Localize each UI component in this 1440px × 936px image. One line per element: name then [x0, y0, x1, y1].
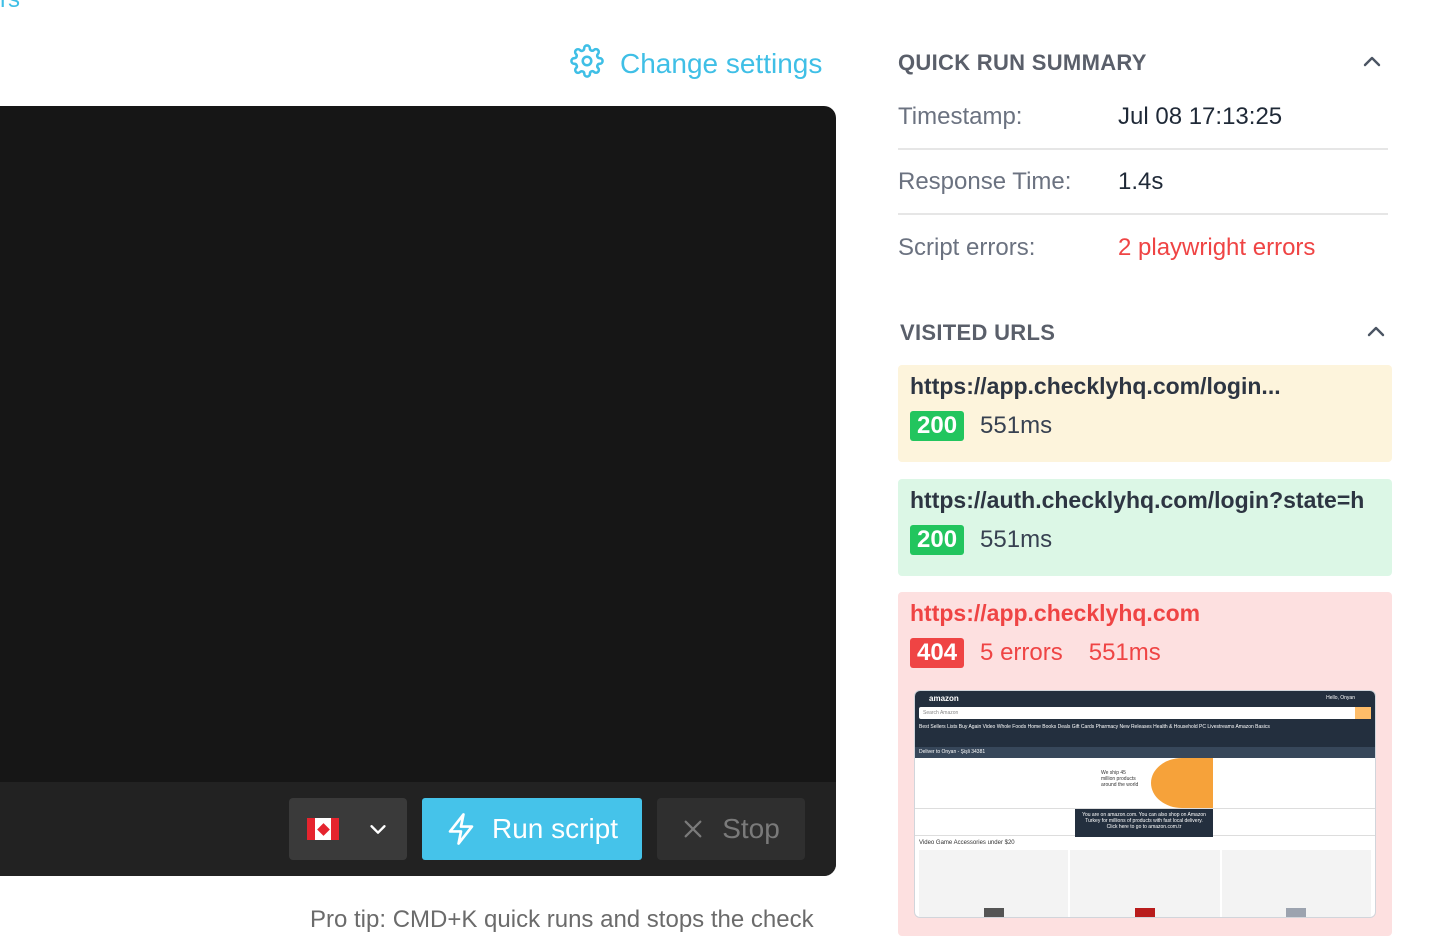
response-time-label: Response Time:	[898, 168, 1072, 195]
visited-url-item-error[interactable]: https://app.checklyhq.com 404 5 errors 5…	[898, 592, 1392, 936]
url-text: https://auth.checklyhq.com/login?state=h	[910, 487, 1365, 513]
response-time: 551ms	[980, 412, 1053, 439]
thumb-search-button	[1355, 707, 1371, 719]
summary-row-timestamp: Timestamp: Jul 08 17:13:25	[898, 86, 1388, 150]
stop-label: Stop	[722, 813, 780, 844]
thumb-tile	[1221, 850, 1371, 917]
thumb-logo: amazon	[929, 694, 959, 703]
visited-url-item[interactable]: https://auth.checklyhq.com/login?state=h…	[898, 479, 1392, 576]
url-meta: 200 551ms	[910, 525, 1052, 555]
visited-url-item[interactable]: https://app.checklyhq.com/login... 200 5…	[898, 365, 1392, 462]
script-errors-label: Script errors:	[898, 234, 1036, 261]
url-meta: 404 5 errors 551ms	[910, 638, 1161, 668]
thumb-tile	[1070, 850, 1220, 917]
summary-title: QUICK RUN SUMMARY	[898, 50, 1147, 75]
status-badge: 200	[910, 525, 965, 555]
page-screenshot-thumbnail[interactable]: amazon Hello, Onyan Search Amazon Best S…	[914, 690, 1376, 918]
status-badge: 200	[910, 411, 965, 441]
top-link[interactable]: rs	[0, 0, 20, 14]
thumb-greeting: Hello, Onyan	[1326, 695, 1355, 701]
summary-row-response-time: Response Time: 1.4s	[898, 151, 1388, 215]
lightning-icon	[448, 813, 474, 845]
canada-flag-icon	[307, 818, 339, 840]
summary-row-script-errors: Script errors: 2 playwright errors	[898, 216, 1388, 280]
response-time: 551ms	[980, 526, 1053, 553]
gear-icon	[570, 43, 604, 85]
editor-toolbar: Run script Stop	[0, 782, 836, 876]
close-icon	[684, 820, 702, 838]
thumb-nav: Best Sellers Lists Buy Again Video Whole…	[919, 724, 1270, 730]
stop-button[interactable]: Stop	[657, 798, 805, 860]
thumb-hero: We ship 45 million products around the w…	[915, 758, 1375, 808]
thumb-hero-graphic	[1151, 758, 1213, 808]
thumb-hero-text: We ship 45 million products around the w…	[1101, 770, 1139, 788]
thumb-tile	[919, 850, 1069, 917]
url-meta: 200 551ms	[910, 411, 1052, 441]
script-errors-value[interactable]: 2 playwright errors	[1118, 234, 1315, 262]
change-settings-label: Change settings	[620, 48, 823, 79]
script-editor[interactable]: Run script Stop	[0, 106, 836, 876]
response-time: 551ms	[1088, 639, 1161, 666]
url-text: https://app.checklyhq.com/login...	[910, 373, 1281, 399]
chevron-up-icon[interactable]	[1360, 50, 1384, 74]
thumb-band-text: You are on amazon.com. You can also shop…	[1075, 809, 1213, 837]
response-time-value: 1.4s	[1118, 168, 1164, 195]
pro-tip: Pro tip: CMD+K quick runs and stops the …	[310, 906, 814, 933]
country-select[interactable]	[289, 798, 407, 860]
timestamp-value: Jul 08 17:13:25	[1118, 103, 1283, 130]
visited-urls-title: VISITED URLS	[900, 320, 1056, 345]
thumb-section-title: Video Game Accessories under $20	[919, 840, 1015, 846]
thumb-band: You are on amazon.com. You can also shop…	[915, 808, 1375, 837]
run-script-label: Run script	[491, 813, 619, 844]
thumb-deliver: Deliver to Onyan - Şişli 34381	[915, 747, 1375, 758]
thumb-search-placeholder: Search Amazon	[923, 710, 959, 716]
thumb-search: Search Amazon	[919, 707, 1371, 719]
error-count: 5 errors	[980, 639, 1063, 666]
status-badge: 404	[910, 638, 965, 668]
change-settings-link[interactable]: Change settings	[570, 43, 823, 85]
url-text: https://app.checklyhq.com	[910, 600, 1201, 626]
chevron-up-icon[interactable]	[1364, 320, 1388, 344]
thumb-header: amazon Hello, Onyan Search Amazon Best S…	[915, 691, 1375, 747]
timestamp-label: Timestamp:	[898, 103, 1023, 130]
thumb-tiles	[915, 850, 1375, 917]
app-root: rs Change settings Run script S	[0, 0, 1440, 936]
run-script-button[interactable]: Run script	[422, 798, 642, 860]
chevron-down-icon	[370, 825, 386, 834]
